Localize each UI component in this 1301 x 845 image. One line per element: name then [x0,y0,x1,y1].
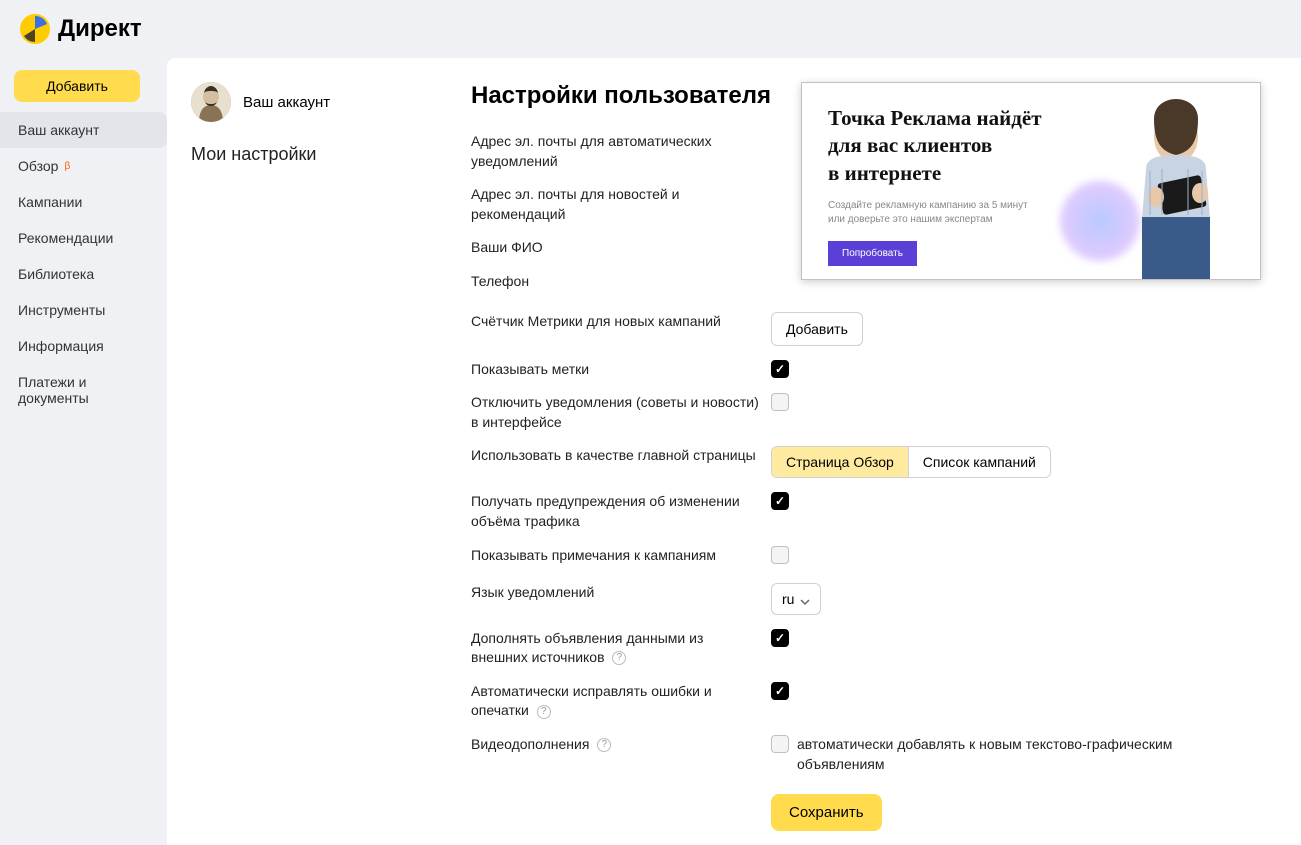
sidebar: Добавить Ваш аккаунт Обзор β Кампании Ре… [0,54,167,845]
help-icon[interactable]: ? [537,705,551,719]
homepage-toggle: Страница Обзор Список кампаний [771,446,1051,478]
page-title: Настройки пользователя [471,82,771,110]
label-lang: Язык уведомлений [471,583,771,603]
promo-person-image [1106,99,1246,279]
label-metrika: Счётчик Метрики для новых кампаний [471,312,771,332]
yandex-direct-logo-icon [20,14,50,44]
label-text: Дополнять объявления данными из внешних … [471,630,703,666]
checkbox-show-tags[interactable] [771,360,789,378]
promo-cta-button[interactable]: Попробовать [828,241,917,266]
checkbox-video-ext[interactable] [771,735,789,753]
checkbox-disable-tips[interactable] [771,393,789,411]
homepage-option-overview[interactable]: Страница Обзор [772,447,908,477]
brand-name: Директ [58,15,142,43]
label-email-news: Адрес эл. почты для новостей и рекоменда… [471,185,771,224]
help-icon[interactable]: ? [597,738,611,752]
add-metrika-button[interactable]: Добавить [771,312,863,346]
sidebar-item-label: Ваш аккаунт [18,122,99,138]
label-disable-tips: Отключить уведомления (советы и новости)… [471,393,771,432]
checkbox-show-notes[interactable] [771,546,789,564]
promo-banner[interactable]: Точка Реклама найдёт для вас клиентов в … [801,82,1261,280]
sidebar-item-payments[interactable]: Платежи и документы [0,364,167,416]
label-external-data: Дополнять объявления данными из внешних … [471,629,771,668]
lang-select[interactable]: ru [771,583,821,615]
label-phone: Телефон [471,272,771,292]
checkbox-auto-fix[interactable] [771,682,789,700]
label-email-notify: Адрес эл. почты для автоматических уведо… [471,132,771,171]
account-row: Ваш аккаунт [191,82,471,122]
save-button[interactable]: Сохранить [771,794,882,831]
chevron-down-icon [800,594,810,604]
promo-title-line: Точка Реклама найдёт [828,106,1042,130]
content-area: Ваш аккаунт Мои настройки Настройки поль… [167,58,1301,845]
label-homepage: Использовать в качестве главной страницы [471,446,771,466]
add-button[interactable]: Добавить [14,70,140,102]
avatar [191,82,231,122]
beta-badge: β [64,161,70,172]
checkbox-external-data[interactable] [771,629,789,647]
label-fio: Ваши ФИО [471,238,771,258]
label-traffic-warn: Получать предупреждения об изменении объ… [471,492,771,531]
sidebar-item-label: Кампании [18,194,82,210]
promo-title-line: в интернете [828,161,941,185]
settings-right-column: Настройки пользователя Адрес эл. почты д… [471,82,1301,845]
sidebar-item-label: Обзор [18,158,58,174]
label-text: Автоматически исправлять ошибки и опечат… [471,683,712,719]
sidebar-item-label: Рекомендации [18,230,113,246]
settings-left-column: Ваш аккаунт Мои настройки [191,82,471,845]
checkbox-traffic-warn[interactable] [771,492,789,510]
sidebar-item-campaigns[interactable]: Кампании [0,184,167,220]
label-text: Видеодополнения [471,736,589,752]
sidebar-item-library[interactable]: Библиотека [0,256,167,292]
promo-title-line: для вас клиентов [828,133,992,157]
app-header: Директ [0,0,1301,54]
label-show-tags: Показывать метки [471,360,771,380]
label-auto-fix: Автоматически исправлять ошибки и опечат… [471,682,771,721]
my-settings-heading: Мои настройки [191,144,471,165]
promo-subtitle: Создайте рекламную кампанию за 5 минут и… [828,199,1028,227]
sidebar-item-label: Библиотека [18,266,94,282]
sidebar-item-label: Инструменты [18,302,105,318]
sidebar-item-overview[interactable]: Обзор β [0,148,167,184]
sidebar-item-account[interactable]: Ваш аккаунт [0,112,167,148]
sidebar-item-tools[interactable]: Инструменты [0,292,167,328]
sidebar-item-label: Платежи и документы [18,374,149,406]
sidebar-item-label: Информация [18,338,104,354]
homepage-option-campaigns[interactable]: Список кампаний [908,447,1050,477]
account-name: Ваш аккаунт [243,94,330,111]
lang-value: ru [782,591,794,607]
label-video-ext: Видеодополнения ? [471,735,771,755]
video-ext-checkbox-label: автоматически добавлять к новым текстово… [797,735,1177,774]
sidebar-item-recommendations[interactable]: Рекомендации [0,220,167,256]
promo-title: Точка Реклама найдёт для вас клиентов в … [828,105,1088,187]
label-show-notes: Показывать примечания к кампаниям [471,546,771,566]
help-icon[interactable]: ? [612,651,626,665]
sidebar-item-information[interactable]: Информация [0,328,167,364]
